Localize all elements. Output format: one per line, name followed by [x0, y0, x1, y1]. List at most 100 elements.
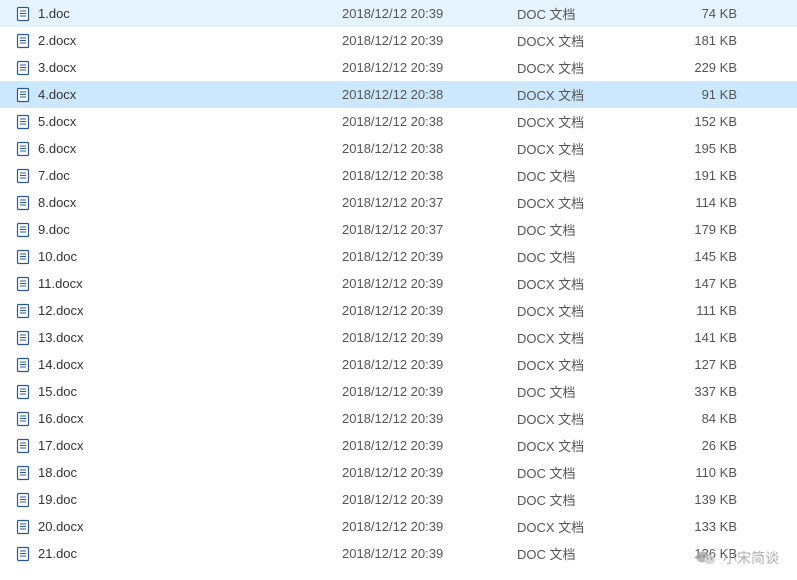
file-row[interactable]: 11.docx2018/12/12 20:39DOCX 文档147 KB [0, 270, 797, 297]
file-type: DOC 文档 [517, 544, 647, 563]
file-row[interactable]: 2.docx2018/12/12 20:39DOCX 文档181 KB [0, 27, 797, 54]
file-name: 8.docx [34, 195, 342, 210]
file-type: DOC 文档 [517, 166, 647, 185]
word-document-icon [12, 519, 34, 535]
file-name: 2.docx [34, 33, 342, 48]
file-date: 2018/12/12 20:38 [342, 168, 517, 183]
file-date: 2018/12/12 20:39 [342, 519, 517, 534]
file-size: 74 KB [647, 6, 757, 21]
file-name: 14.docx [34, 357, 342, 372]
file-row[interactable]: 16.docx2018/12/12 20:39DOCX 文档84 KB [0, 405, 797, 432]
file-size: 141 KB [647, 330, 757, 345]
file-name: 7.doc [34, 168, 342, 183]
file-type: DOCX 文档 [517, 328, 647, 347]
file-row[interactable]: 9.doc2018/12/12 20:37DOC 文档179 KB [0, 216, 797, 243]
file-date: 2018/12/12 20:39 [342, 438, 517, 453]
file-name: 10.doc [34, 249, 342, 264]
file-date: 2018/12/12 20:39 [342, 384, 517, 399]
file-date: 2018/12/12 20:39 [342, 60, 517, 75]
file-row[interactable]: 19.doc2018/12/12 20:39DOC 文档139 KB [0, 486, 797, 513]
file-size: 195 KB [647, 141, 757, 156]
word-document-icon [12, 330, 34, 346]
file-size: 133 KB [647, 519, 757, 534]
word-document-icon [12, 303, 34, 319]
file-name: 17.docx [34, 438, 342, 453]
file-row[interactable]: 10.doc2018/12/12 20:39DOC 文档145 KB [0, 243, 797, 270]
file-date: 2018/12/12 20:37 [342, 195, 517, 210]
file-name: 15.doc [34, 384, 342, 399]
file-date: 2018/12/12 20:39 [342, 330, 517, 345]
file-size: 26 KB [647, 438, 757, 453]
file-type: DOC 文档 [517, 220, 647, 239]
file-type: DOC 文档 [517, 247, 647, 266]
file-row[interactable]: 7.doc2018/12/12 20:38DOC 文档191 KB [0, 162, 797, 189]
file-date: 2018/12/12 20:39 [342, 303, 517, 318]
watermark: 小宋简谈 [695, 548, 779, 568]
file-name: 20.docx [34, 519, 342, 534]
file-type: DOC 文档 [517, 490, 647, 509]
file-row[interactable]: 6.docx2018/12/12 20:38DOCX 文档195 KB [0, 135, 797, 162]
file-size: 181 KB [647, 33, 757, 48]
file-date: 2018/12/12 20:39 [342, 546, 517, 561]
file-name: 4.docx [34, 87, 342, 102]
file-size: 152 KB [647, 114, 757, 129]
file-name: 5.docx [34, 114, 342, 129]
file-row[interactable]: 12.docx2018/12/12 20:39DOCX 文档111 KB [0, 297, 797, 324]
watermark-text: 小宋简谈 [723, 548, 779, 568]
file-type: DOCX 文档 [517, 85, 647, 104]
file-size: 147 KB [647, 276, 757, 291]
file-row[interactable]: 18.doc2018/12/12 20:39DOC 文档110 KB [0, 459, 797, 486]
file-row[interactable]: 17.docx2018/12/12 20:39DOCX 文档26 KB [0, 432, 797, 459]
word-document-icon [12, 276, 34, 292]
file-row[interactable]: 3.docx2018/12/12 20:39DOCX 文档229 KB [0, 54, 797, 81]
file-type: DOCX 文档 [517, 139, 647, 158]
file-name: 16.docx [34, 411, 342, 426]
file-date: 2018/12/12 20:39 [342, 6, 517, 21]
wechat-icon [695, 549, 717, 567]
file-date: 2018/12/12 20:37 [342, 222, 517, 237]
file-type: DOCX 文档 [517, 112, 647, 131]
word-document-icon [12, 438, 34, 454]
file-size: 91 KB [647, 87, 757, 102]
word-document-icon [12, 114, 34, 130]
file-date: 2018/12/12 20:39 [342, 33, 517, 48]
file-row[interactable]: 20.docx2018/12/12 20:39DOCX 文档133 KB [0, 513, 797, 540]
file-size: 229 KB [647, 60, 757, 75]
file-size: 191 KB [647, 168, 757, 183]
file-name: 18.doc [34, 465, 342, 480]
word-document-icon [12, 60, 34, 76]
file-row[interactable]: 5.docx2018/12/12 20:38DOCX 文档152 KB [0, 108, 797, 135]
word-document-icon [12, 411, 34, 427]
word-document-icon [12, 492, 34, 508]
file-type: DOCX 文档 [517, 58, 647, 77]
file-name: 3.docx [34, 60, 342, 75]
file-size: 111 KB [647, 303, 757, 318]
file-row[interactable]: 8.docx2018/12/12 20:37DOCX 文档114 KB [0, 189, 797, 216]
word-document-icon [12, 465, 34, 481]
file-row[interactable]: 21.doc2018/12/12 20:39DOC 文档136 KB [0, 540, 797, 567]
word-document-icon [12, 384, 34, 400]
file-row[interactable]: 4.docx2018/12/12 20:38DOCX 文档91 KB [0, 81, 797, 108]
word-document-icon [12, 249, 34, 265]
file-type: DOCX 文档 [517, 409, 647, 428]
file-size: 114 KB [647, 195, 757, 210]
file-size: 110 KB [647, 465, 757, 480]
file-size: 145 KB [647, 249, 757, 264]
file-row[interactable]: 14.docx2018/12/12 20:39DOCX 文档127 KB [0, 351, 797, 378]
file-size: 84 KB [647, 411, 757, 426]
file-row[interactable]: 1.doc2018/12/12 20:39DOC 文档74 KB [0, 0, 797, 27]
file-type: DOCX 文档 [517, 355, 647, 374]
word-document-icon [12, 87, 34, 103]
file-date: 2018/12/12 20:39 [342, 276, 517, 291]
file-date: 2018/12/12 20:39 [342, 465, 517, 480]
file-name: 12.docx [34, 303, 342, 318]
file-type: DOC 文档 [517, 463, 647, 482]
file-size: 139 KB [647, 492, 757, 507]
file-row[interactable]: 13.docx2018/12/12 20:39DOCX 文档141 KB [0, 324, 797, 351]
file-row[interactable]: 15.doc2018/12/12 20:39DOC 文档337 KB [0, 378, 797, 405]
file-size: 127 KB [647, 357, 757, 372]
file-type: DOCX 文档 [517, 436, 647, 455]
word-document-icon [12, 195, 34, 211]
word-document-icon [12, 168, 34, 184]
file-size: 179 KB [647, 222, 757, 237]
